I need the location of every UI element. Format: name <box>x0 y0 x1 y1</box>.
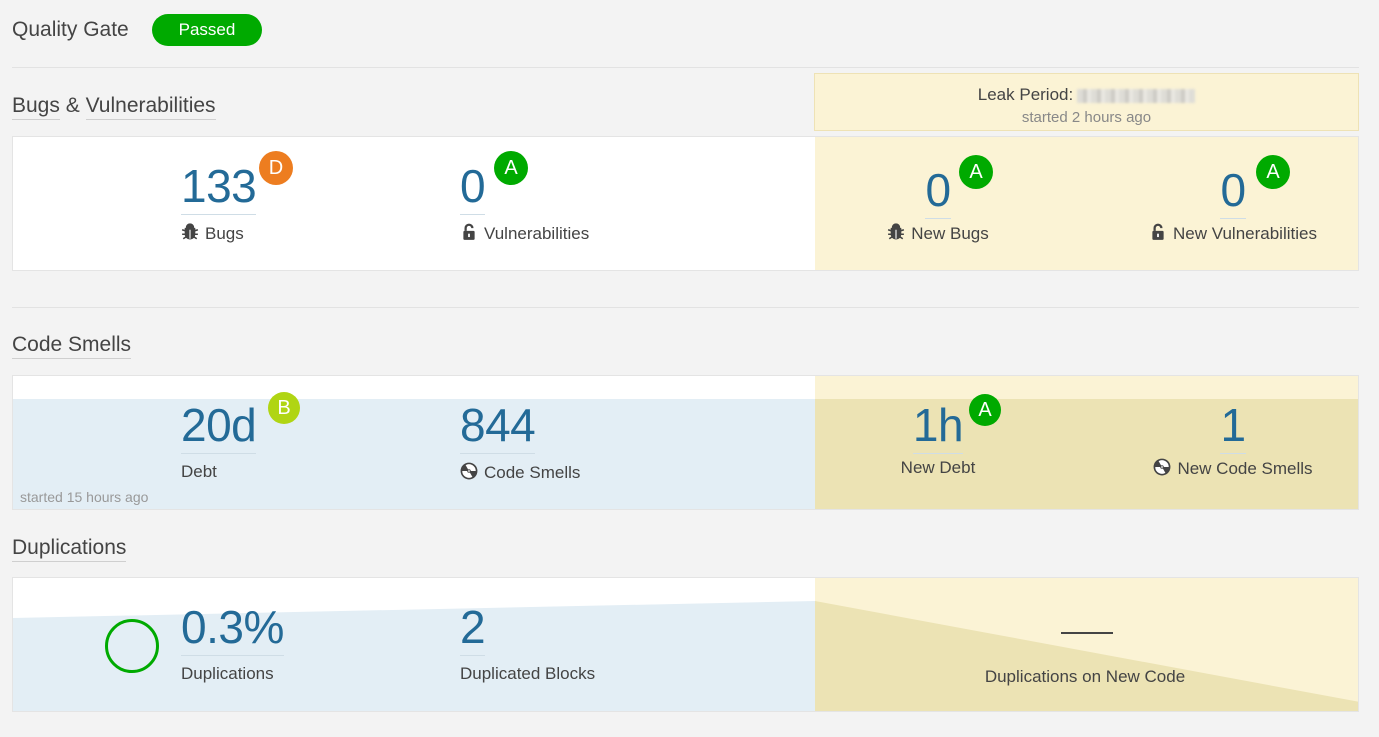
new-code-smells-value[interactable]: 1 <box>1220 400 1246 454</box>
code-smells-measure: 844 Code Smells <box>460 400 580 483</box>
leak-period-box: Leak Period: started 2 hours ago <box>814 73 1359 131</box>
duplications-title: Duplications <box>12 536 127 562</box>
divider <box>12 307 1359 308</box>
new-duplications-label: Duplications on New Code <box>984 667 1186 686</box>
new-bugs-value[interactable]: 0 <box>925 165 951 219</box>
duplications-panel: 0.3% Duplications 2 Duplicated Blocks Du… <box>12 577 1359 712</box>
duplicated-blocks-value[interactable]: 2 <box>460 602 486 656</box>
radiation-icon <box>460 462 478 480</box>
vulnerabilities-rating-badge[interactable]: A <box>494 151 528 185</box>
code-smells-title: Code Smells <box>12 333 132 359</box>
new-vulnerabilities-label-row: New Vulnerabilities <box>1143 223 1323 244</box>
new-debt-rating-badge[interactable]: A <box>969 394 1001 426</box>
duplications-measure: 0.3% Duplications <box>181 602 284 684</box>
new-bugs-rating-badge[interactable]: A <box>959 155 993 189</box>
debt-value[interactable]: 20d <box>181 400 257 454</box>
code-smells-label: Code Smells <box>484 463 581 482</box>
leak-period-version-redacted <box>1077 88 1196 103</box>
title-ampersand: & <box>65 94 80 117</box>
duplications-value[interactable]: 0.3% <box>181 602 284 656</box>
new-debt-value[interactable]: 1h <box>912 400 964 454</box>
new-vulnerabilities-value[interactable]: 0 <box>1220 165 1246 219</box>
new-debt-label: New Debt <box>900 458 976 477</box>
leak-period-line: Leak Period: <box>815 85 1358 105</box>
new-code-smells-measure: 1 New Code Smells <box>1143 400 1323 479</box>
new-vulnerabilities-measure: 0 New Vulnerabilities <box>1143 165 1323 244</box>
vulnerabilities-label-row: Vulnerabilities <box>460 223 589 244</box>
code-smells-section-link[interactable]: Code Smells <box>12 333 132 359</box>
debt-measure: 20d Debt <box>181 400 257 482</box>
new-vulnerabilities-label: New Vulnerabilities <box>1173 224 1317 243</box>
duplications-donut-icon <box>105 619 159 673</box>
quality-gate-status-badge: Passed <box>152 14 262 46</box>
new-bugs-label-row: New Bugs <box>883 223 993 244</box>
bugs-measure: 133 Bugs <box>181 161 257 244</box>
new-bugs-label: New Bugs <box>911 224 989 243</box>
duplicated-blocks-label: Duplicated Blocks <box>460 664 596 683</box>
new-code-smells-label-row: New Code Smells <box>1143 458 1323 479</box>
bugs-value[interactable]: 133 <box>181 161 257 215</box>
debt-rating-badge[interactable]: B <box>268 392 300 424</box>
bugs-label-row: Bugs <box>181 223 256 244</box>
bug-icon <box>181 223 199 240</box>
bugs-vulnerabilities-title: Bugs & Vulnerabilities <box>12 94 216 120</box>
vulnerabilities-section-link[interactable]: Vulnerabilities <box>85 94 216 120</box>
bugs-vulnerabilities-panel: 133 Bugs D 0 Vulnerabilities A 0 New Bug… <box>12 136 1359 271</box>
bugs-section-link[interactable]: Bugs <box>12 94 60 120</box>
vulnerabilities-value[interactable]: 0 <box>460 161 486 215</box>
debt-label: Debt <box>181 462 217 481</box>
bugs-label: Bugs <box>205 224 244 243</box>
code-smells-label-row: Code Smells <box>460 462 580 483</box>
bugs-rating-badge[interactable]: D <box>259 151 293 185</box>
code-smells-panel: 20d Debt B 844 Code Smells started 15 ho… <box>12 375 1359 510</box>
code-smells-started: started 15 hours ago <box>20 489 149 505</box>
divider <box>12 67 1359 68</box>
leak-period-started: started 2 hours ago <box>1021 109 1152 126</box>
new-duplications-value <box>1061 632 1113 634</box>
new-vulnerabilities-rating-badge[interactable]: A <box>1256 155 1290 189</box>
leak-period-label: Leak Period: <box>977 85 1074 104</box>
quality-gate-title: Quality Gate <box>12 18 129 41</box>
lock-icon <box>1152 223 1164 240</box>
new-code-smells-label: New Code Smells <box>1177 459 1313 478</box>
radiation-icon <box>1154 458 1171 476</box>
duplicated-blocks-measure: 2 Duplicated Blocks <box>460 602 595 684</box>
duplications-section-link[interactable]: Duplications <box>12 536 127 562</box>
duplications-label: Duplications <box>181 664 274 683</box>
bug-icon <box>888 223 905 240</box>
vulnerabilities-label: Vulnerabilities <box>484 224 590 243</box>
lock-icon <box>463 223 475 240</box>
code-smells-value[interactable]: 844 <box>460 400 536 454</box>
